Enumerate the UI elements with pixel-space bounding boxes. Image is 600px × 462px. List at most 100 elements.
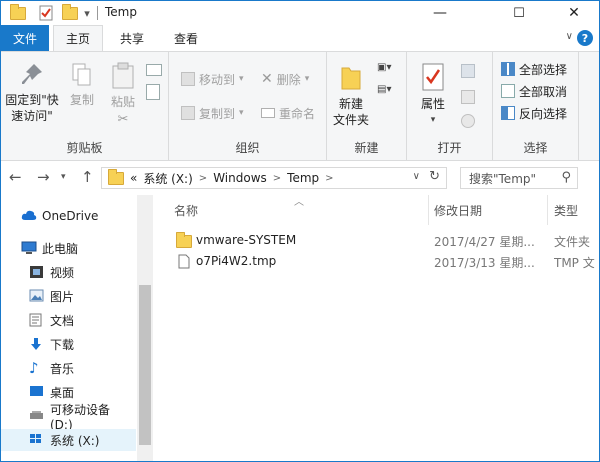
refresh-icon[interactable]: ↻ xyxy=(429,169,440,184)
select-group-label: 选择 xyxy=(523,141,548,155)
crumb-separator[interactable]: > xyxy=(325,173,333,184)
paste-label: 粘贴 xyxy=(110,95,135,109)
cloud-icon xyxy=(21,209,37,223)
file-name: o7Pi4W2.tmp xyxy=(196,254,277,268)
paste-shortcut-icon[interactable] xyxy=(146,84,160,100)
sidebar-item-downloads[interactable]: 下载 xyxy=(1,333,136,355)
sidebar-item-removable-drive[interactable]: 可移动设备 (D:) xyxy=(1,403,136,432)
copy-icon xyxy=(72,63,91,86)
delete-button[interactable]: ✕ 删除 ▾ xyxy=(261,70,309,88)
select-all-icon xyxy=(501,62,515,76)
crumb-windows[interactable]: Windows xyxy=(213,171,267,185)
address-folder-icon xyxy=(108,168,124,185)
up-icon[interactable]: ↑ xyxy=(81,168,94,186)
file-icon xyxy=(178,254,190,272)
recent-locations-icon[interactable]: ▾ xyxy=(61,172,66,182)
rename-label: 重命名 xyxy=(279,106,316,121)
list-item[interactable]: o7Pi4W2.tmp 2017/3/13 星期... TMP 文 xyxy=(154,252,599,272)
history-icon[interactable] xyxy=(461,114,475,128)
file-name: vmware-SYSTEM xyxy=(196,233,297,247)
computer-icon xyxy=(21,241,37,255)
properties-quick-icon[interactable] xyxy=(37,4,55,22)
sidebar-item-documents[interactable]: 文档 xyxy=(1,309,136,331)
sidebar-item-this-pc[interactable]: 此电脑 xyxy=(1,237,136,259)
tab-file[interactable]: 文件 xyxy=(1,25,49,51)
file-type: 文件夹 xyxy=(554,235,591,249)
edit-icon[interactable] xyxy=(461,90,475,104)
download-icon xyxy=(29,337,44,351)
paste-icon xyxy=(112,62,134,89)
column-header-modified[interactable]: 修改日期 xyxy=(434,195,482,225)
folder-icon xyxy=(9,3,27,22)
ribbon: 固定到"快速访问" 复制 粘贴 ✂ 剪贴板 移动到 ▾ 复制到 ▾ ✕ 删除 ▾… xyxy=(1,51,599,161)
properties-label: 属性 xyxy=(420,97,445,111)
new-group-label: 新建 xyxy=(354,141,379,155)
minimize-button[interactable]: — xyxy=(417,1,463,25)
select-none-icon xyxy=(501,84,515,98)
explorer-window: ▾ Temp — ☐ ✕ 文件 主页 共享 查看 ∨ ? 固定到"快速访问" 复… xyxy=(0,0,600,462)
clipboard-group-label: 剪贴板 xyxy=(66,141,103,155)
paste-button[interactable]: 粘贴 ✂ xyxy=(105,62,141,128)
search-placeholder: 搜索"Temp" xyxy=(469,171,537,186)
forward-icon[interactable]: → xyxy=(37,168,50,186)
crumb-temp[interactable]: Temp xyxy=(287,171,319,185)
open-group-label: 打开 xyxy=(437,141,462,155)
search-icon[interactable]: ⚲ xyxy=(561,170,571,185)
open-icon[interactable] xyxy=(461,64,475,78)
sidebar-item-onedrive[interactable]: OneDrive xyxy=(1,205,136,227)
new-folder-quick-icon[interactable] xyxy=(61,3,79,22)
copy-to-label: 复制到 xyxy=(199,106,236,121)
copy-path-icon[interactable] xyxy=(146,64,162,76)
tab-view[interactable]: 查看 xyxy=(161,25,211,51)
quick-access-dropdown[interactable]: ▾ xyxy=(81,4,93,22)
select-none-label: 全部取消 xyxy=(519,84,568,99)
new-group: 新建 文件夹 ▣▾ ▤▾ 新建 xyxy=(327,52,407,160)
column-header-type[interactable]: 类型 xyxy=(554,195,578,225)
move-folder-icon xyxy=(181,72,195,86)
help-icon[interactable]: ? xyxy=(577,30,593,46)
sidebar-item-music[interactable]: ♪ 音乐 xyxy=(1,357,136,379)
search-input[interactable]: 搜索"Temp" ⚲ xyxy=(460,167,578,189)
sidebar-label: 系统 (X:) xyxy=(50,433,100,448)
easy-access-icon[interactable]: ▤▾ xyxy=(377,84,399,98)
sidebar-item-pictures[interactable]: 图片 xyxy=(1,285,136,307)
copy-to-button[interactable]: 复制到 ▾ xyxy=(181,104,244,122)
sidebar-scrollbar[interactable] xyxy=(137,195,153,461)
crumb-drive[interactable]: 系统 (X:) xyxy=(143,170,192,187)
file-list: ︿ 名称 修改日期 类型 vmware-SYSTEM 2017/4/27 星期.… xyxy=(154,195,599,461)
select-none-button[interactable]: 全部取消 xyxy=(501,82,567,100)
file-modified: 2017/3/13 星期... xyxy=(434,256,535,270)
tab-home[interactable]: 主页 xyxy=(53,25,103,51)
collapse-ribbon-icon[interactable]: ∨ xyxy=(566,31,573,42)
maximize-button[interactable]: ☐ xyxy=(496,1,542,25)
tab-share[interactable]: 共享 xyxy=(107,25,157,51)
properties-button[interactable]: 属性 ▾ xyxy=(413,62,453,128)
rename-button[interactable]: 重命名 xyxy=(261,104,315,122)
delete-icon: ✕ xyxy=(261,71,273,87)
address-bar[interactable]: « 系统 (X:) > Windows > Temp > ∨ ↻ xyxy=(101,167,447,189)
move-to-button[interactable]: 移动到 ▾ xyxy=(181,70,244,88)
open-group: 属性 ▾ 打开 xyxy=(407,52,493,160)
column-header-name[interactable]: 名称 xyxy=(174,195,198,225)
new-folder-button[interactable]: 新建 文件夹 xyxy=(331,64,371,128)
copy-button[interactable]: 复制 xyxy=(65,62,99,108)
sidebar-item-videos[interactable]: 视频 xyxy=(1,261,136,283)
sidebar-item-system-drive[interactable]: 系统 (X:) xyxy=(1,429,136,451)
address-dropdown-icon[interactable]: ∨ xyxy=(413,171,420,182)
invert-selection-button[interactable]: 反向选择 xyxy=(501,104,567,122)
address-overflow[interactable]: « xyxy=(130,171,137,185)
sidebar-scroll-thumb[interactable] xyxy=(139,285,151,445)
navigation-bar: ← → ▾ ↑ « 系统 (X:) > Windows > Temp > ∨ ↻… xyxy=(1,163,599,193)
select-all-button[interactable]: 全部选择 xyxy=(501,60,567,78)
organize-group-label: 组织 xyxy=(235,141,260,155)
back-icon[interactable]: ← xyxy=(9,168,22,186)
cut-icon[interactable]: ✂ xyxy=(105,112,141,128)
pin-quick-access-button[interactable]: 固定到"快速访问" xyxy=(3,62,61,124)
crumb-separator[interactable]: > xyxy=(199,173,207,184)
new-item-icon[interactable]: ▣▾ xyxy=(377,62,399,76)
video-icon xyxy=(29,265,44,279)
crumb-separator[interactable]: > xyxy=(273,173,281,184)
list-item[interactable]: vmware-SYSTEM 2017/4/27 星期... 文件夹 xyxy=(154,231,599,251)
close-button[interactable]: ✕ xyxy=(551,1,597,25)
desktop-icon xyxy=(29,385,44,399)
